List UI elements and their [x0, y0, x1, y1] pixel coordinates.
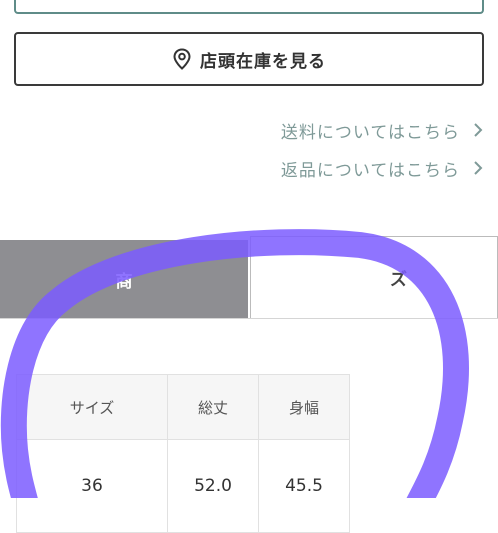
tabs-divider	[0, 318, 498, 319]
chevron-right-icon	[474, 161, 483, 175]
cell-size: 36	[16, 439, 168, 533]
store-stock-label: 店頭在庫を見る	[200, 51, 326, 72]
size-table-header: サイズ 総丈 身幅	[16, 374, 350, 440]
tab-size-label: ズ	[390, 270, 407, 290]
store-stock-button[interactable]: 店頭在庫を見る	[14, 32, 484, 86]
map-pin-icon	[173, 48, 191, 70]
previous-button-edge[interactable]	[14, 0, 484, 14]
returns-link-label: 返品についてはこちら	[280, 160, 460, 181]
chevron-right-icon	[474, 123, 483, 137]
header-length: 総丈	[167, 374, 259, 440]
product-tabs: 商 ズ	[0, 236, 498, 318]
size-table: サイズ 総丈 身幅 36 52.0 45.5	[16, 374, 350, 533]
header-size: サイズ	[16, 374, 168, 440]
tab-size[interactable]: ズ	[250, 236, 498, 318]
tab-product-info[interactable]: 商	[0, 240, 248, 318]
cell-width: 45.5	[258, 439, 350, 533]
header-width: 身幅	[258, 374, 350, 440]
info-links: 送料についてはこちら 返品についてはこちら	[281, 111, 484, 187]
shipping-link[interactable]: 送料についてはこちら	[281, 111, 484, 149]
tab-product-info-label: 商	[115, 271, 133, 292]
shipping-link-label: 送料についてはこちら	[280, 122, 460, 143]
returns-link[interactable]: 返品についてはこちら	[281, 149, 484, 187]
table-row: 36 52.0 45.5	[16, 439, 350, 533]
cell-length: 52.0	[167, 439, 259, 533]
